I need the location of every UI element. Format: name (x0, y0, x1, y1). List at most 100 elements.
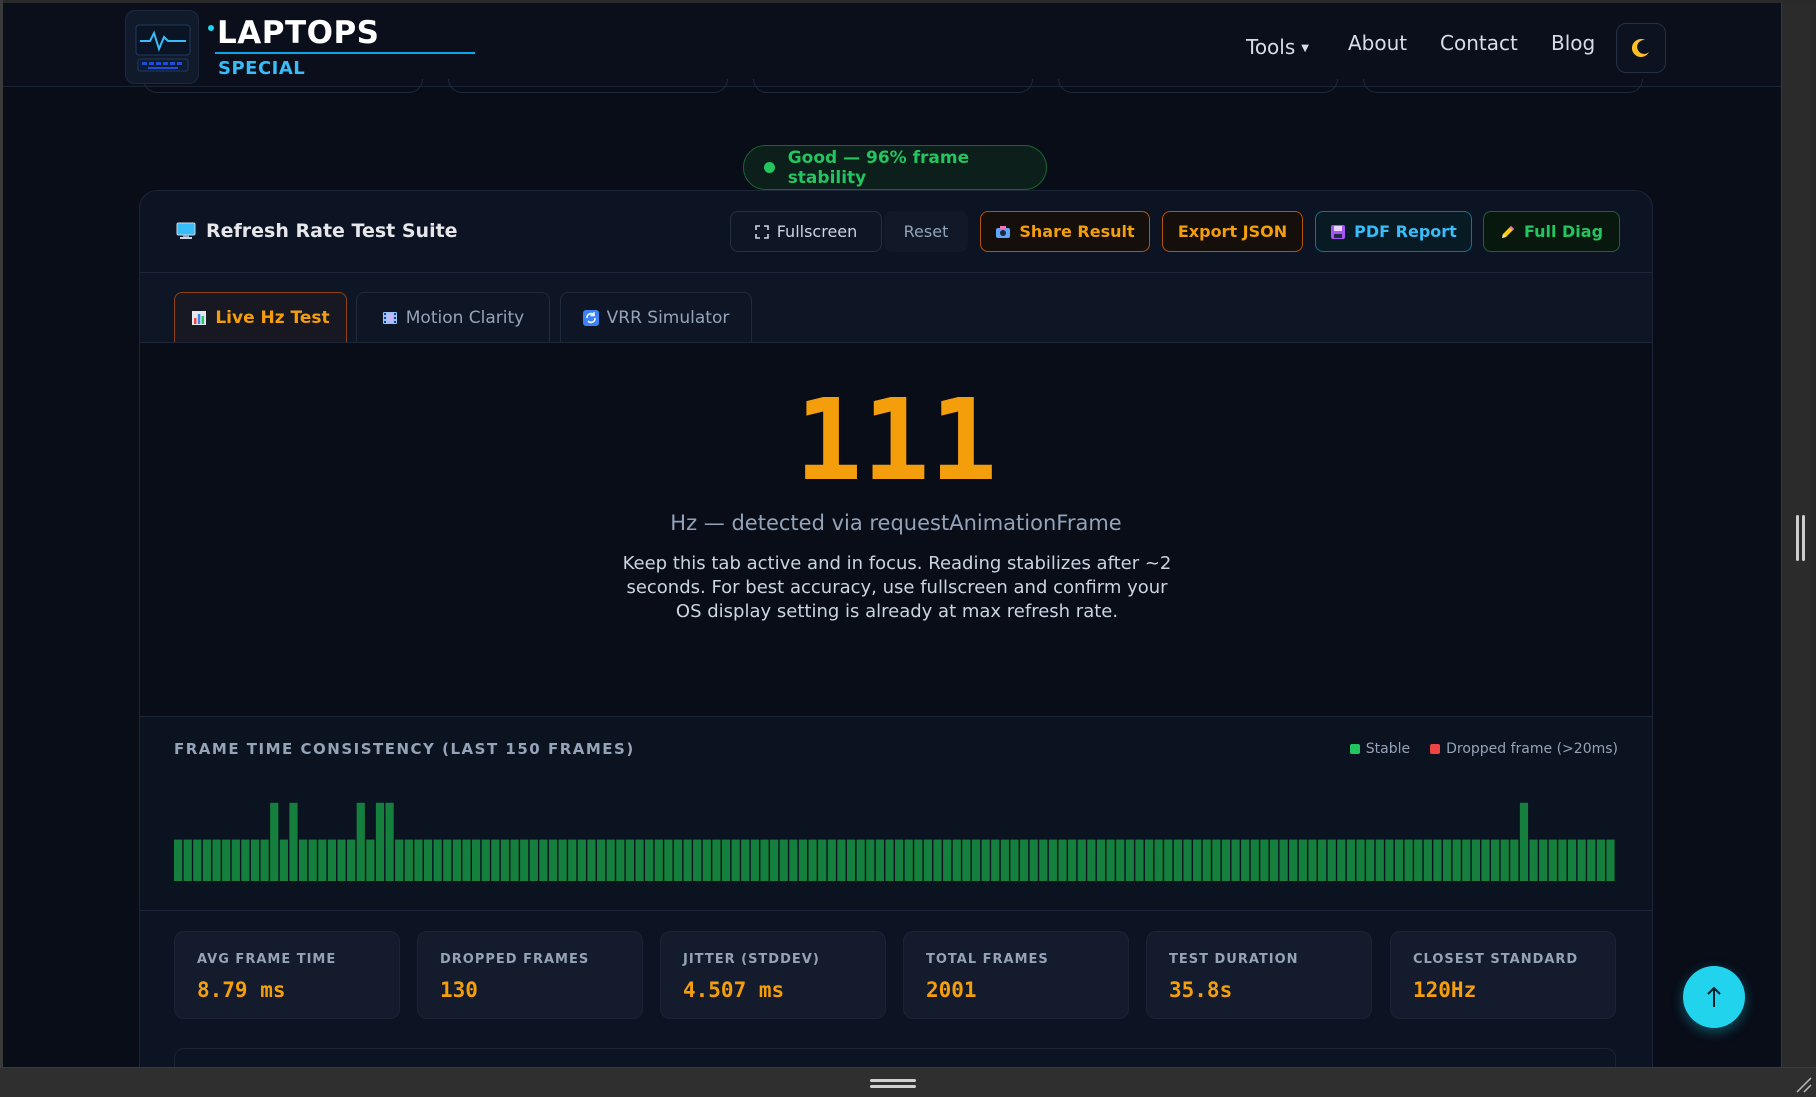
drag-handle[interactable] (870, 1085, 916, 1088)
frame-bar (1212, 839, 1221, 881)
frame-bar (1202, 839, 1211, 881)
monitor-icon (176, 222, 196, 239)
frame-bar (1452, 839, 1461, 881)
vertical-scrollbar[interactable] (1781, 3, 1813, 1067)
frame-bar (1442, 839, 1452, 881)
frame-bar (318, 839, 327, 881)
frame-bar (645, 839, 654, 881)
frame-bar (1135, 839, 1144, 881)
nav-blog[interactable]: Blog (1551, 31, 1595, 55)
pdf-report-button[interactable]: PDF Report (1315, 211, 1472, 252)
theme-toggle-button[interactable] (1616, 23, 1666, 73)
laptop-logo-icon[interactable] (125, 10, 199, 84)
arrow-up-icon (1707, 986, 1721, 1007)
frame-bar (174, 839, 183, 881)
frame-bar (375, 802, 385, 881)
frame-bar (1519, 802, 1529, 881)
frame-bar (1068, 839, 1077, 881)
legend-dropped-swatch (1430, 744, 1441, 754)
frame-bar (770, 839, 779, 881)
frame-bar (1116, 839, 1125, 881)
frame-bar (1404, 839, 1413, 881)
caret-down-icon: ▼ (1301, 43, 1309, 54)
brand-subtitle: SPECIAL (218, 58, 306, 79)
fullscreen-button[interactable]: Fullscreen (730, 211, 882, 252)
stat-label: DROPPED FRAMES (440, 952, 590, 967)
frame-bar (1096, 839, 1106, 881)
frame-bar (587, 839, 596, 881)
frame-bar (1087, 839, 1096, 881)
stat-value: 35.8s (1169, 978, 1233, 1002)
frame-bar (1048, 839, 1058, 881)
frame-bar (981, 839, 990, 881)
frame-bar (1375, 839, 1384, 881)
frame-time-graph: FRAME TIME CONSISTENCY (LAST 150 FRAMES)… (140, 717, 1652, 911)
stat-card: TEST DURATION 35.8s (1146, 931, 1372, 1019)
frame-bar (568, 839, 577, 881)
stat-card: JITTER (STDDEV) 4.507 ms (660, 931, 886, 1019)
export-json-button[interactable]: Export JSON (1162, 211, 1303, 252)
card-edge (753, 79, 1033, 93)
frame-bar (347, 839, 356, 881)
camera-icon (995, 225, 1011, 239)
frame-bar (731, 839, 740, 881)
frame-bar (654, 839, 663, 881)
frame-bars (174, 781, 1616, 881)
stat-card: CLOSEST STANDARD 120Hz (1390, 931, 1616, 1019)
frame-bar (1596, 839, 1605, 881)
test-tabs: Live Hz Test Motion Clarity VRR Simulato… (140, 273, 1652, 343)
pencil-icon (1500, 224, 1516, 240)
frame-bar (1385, 839, 1394, 881)
frame-bar (1308, 839, 1317, 881)
frame-bar (962, 839, 971, 881)
brand-underline (215, 52, 475, 54)
frame-bar (1250, 839, 1259, 881)
drag-handle[interactable] (870, 1079, 916, 1082)
graph-title: FRAME TIME CONSISTENCY (LAST 150 FRAMES) (174, 740, 635, 758)
stat-card: DROPPED FRAMES 130 (417, 931, 643, 1019)
card-edge (1058, 79, 1338, 93)
frame-bar (1327, 839, 1336, 881)
frame-bar (798, 839, 808, 881)
card-title: Refresh Rate Test Suite (176, 220, 458, 242)
legend-stable-label: Stable (1365, 741, 1411, 757)
frame-bar (308, 839, 317, 881)
frame-bar (923, 839, 933, 881)
frame-bar (404, 839, 413, 881)
tab-live-hz-test[interactable]: Live Hz Test (174, 292, 347, 342)
nav-tools-label: Tools (1246, 35, 1296, 59)
next-section-card (174, 1048, 1616, 1067)
moon-icon (1631, 39, 1649, 58)
frame-bar (193, 839, 202, 881)
frame-bar (1000, 839, 1009, 881)
stat-label: JITTER (STDDEV) (683, 952, 820, 967)
resize-grip-icon[interactable] (1794, 1075, 1812, 1093)
stat-value: 4.507 ms (683, 978, 785, 1002)
stat-value: 2001 (926, 978, 977, 1002)
scroll-grip[interactable] (1802, 515, 1805, 561)
tab-vrr-simulator[interactable]: VRR Simulator (560, 292, 752, 342)
brand-title[interactable]: LAPTOPS (217, 15, 380, 51)
scroll-grip[interactable] (1796, 515, 1799, 561)
nav-contact[interactable]: Contact (1440, 31, 1518, 55)
full-diag-button[interactable]: Full Diag (1483, 211, 1620, 252)
floppy-disk-icon (1330, 224, 1346, 240)
nav-about[interactable]: About (1348, 31, 1407, 55)
frame-bar (635, 839, 644, 881)
frame-bar (846, 839, 856, 881)
scroll-to-top-button[interactable] (1683, 966, 1745, 1028)
frame-bar (1221, 839, 1231, 881)
frame-bar (443, 839, 452, 881)
share-result-button[interactable]: Share Result (980, 211, 1150, 252)
frame-bar (1029, 839, 1038, 881)
frame-bar (298, 839, 308, 881)
tab-motion-clarity[interactable]: Motion Clarity (356, 292, 550, 342)
frame-bar (1269, 839, 1279, 881)
card-header: Refresh Rate Test Suite Fullscreen Reset… (140, 191, 1652, 273)
frame-bar (510, 839, 519, 881)
nav-tools[interactable]: Tools ▼ (1246, 35, 1309, 59)
frame-bar (279, 839, 288, 881)
frame-bar (625, 839, 635, 881)
frame-bar (481, 839, 490, 881)
reset-button[interactable]: Reset (884, 211, 968, 252)
